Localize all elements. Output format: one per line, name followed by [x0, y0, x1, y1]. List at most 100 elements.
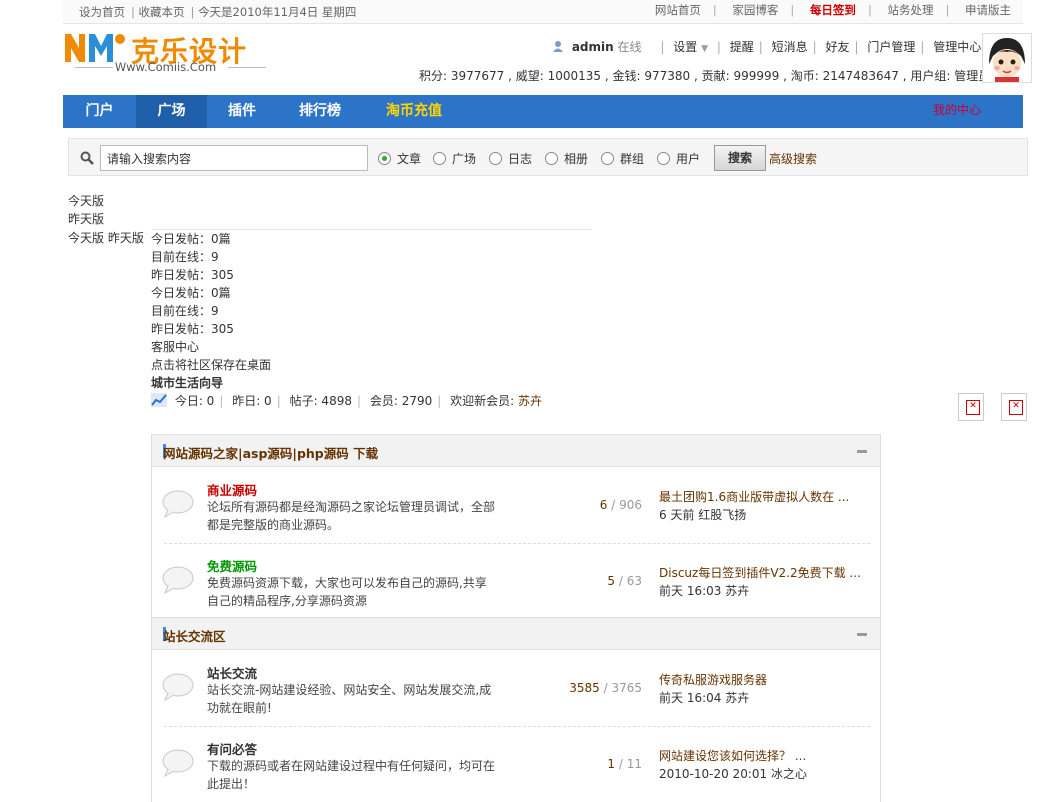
radio-checked-icon [378, 152, 391, 165]
forum-row: 站长交流 站长交流-网站建设经验、网站安全、网站发展交流,成功就在眼前! 358… [152, 651, 880, 727]
info-line: 今日发帖：0篇 [151, 232, 231, 246]
admin-center-link[interactable]: 管理中心 [933, 40, 981, 54]
forum-last-post: 最土团购1.6商业版带虚拟人数在 ... 6 天前 红股飞扬 [659, 488, 864, 524]
forum-bubble-icon [162, 673, 194, 701]
search-option-log[interactable]: 日志 [489, 150, 532, 167]
last-post-link[interactable]: 网站建设您该如何选择？ ... [659, 747, 864, 765]
collapse-icon[interactable] [857, 450, 867, 453]
search-bar: 请输入搜索内容 文章 广场 日志 相册 群组 用户 搜索 高级搜索 [68, 138, 1028, 176]
user-credits: 积分: 3977677 , 威望: 1000135 , 金钱: 977380 ,… [419, 69, 991, 83]
last-post-link[interactable]: Discuz每日签到插件V2.2免费下载 ... [659, 564, 864, 582]
bookmark-link[interactable]: 收藏本页 [139, 5, 185, 19]
username-link[interactable]: admin [572, 40, 614, 54]
nav-portal[interactable]: 门户 [63, 95, 136, 128]
broken-image-icon [958, 393, 984, 421]
yesterday-board-text: 昨天版 [68, 212, 105, 226]
apply-moderator-link[interactable]: 申请版主 [965, 3, 1011, 17]
logo-url-text: Www.Comiis.Com [63, 60, 268, 74]
forum-last-post: 网站建设您该如何选择？ ... 2010-10-20 20:01 冰之心 [659, 747, 864, 783]
my-center-link[interactable]: 我的中心 [933, 101, 981, 118]
radio-icon [489, 152, 502, 165]
category-header: 站长交流区 [152, 618, 880, 650]
site-affairs-link[interactable]: 站务处理 [887, 3, 933, 17]
forum-name[interactable]: 站长交流 [207, 663, 257, 682]
settings-link[interactable]: 设置 [673, 40, 697, 54]
forum-description: 论坛所有源码都是经淘源码之家论坛管理员调试，全部都是完整版的商业源码。 [207, 500, 496, 532]
category-header: 网站源码之家|asp源码|php源码 下载 [152, 435, 880, 467]
today-board-text: 今天版 [68, 194, 105, 208]
chart-icon [151, 393, 167, 407]
board-tabs-text: 今天版 昨天版 [68, 231, 144, 245]
last-post-link[interactable]: 最土团购1.6商业版带虚拟人数在 ... [659, 488, 864, 506]
radio-icon [601, 152, 614, 165]
reminder-link[interactable]: 提醒 [730, 40, 754, 54]
user-icon [553, 41, 563, 52]
daily-checkin-link[interactable]: 每日签到 [810, 3, 856, 17]
search-option-square[interactable]: 广场 [433, 150, 476, 167]
forum-counts: 5 / 63 [607, 574, 642, 588]
collapse-icon[interactable] [857, 633, 867, 636]
save-to-desktop-link[interactable]: 点击将社区保存在桌面 [151, 356, 271, 374]
forum-name[interactable]: 商业源码 [207, 480, 257, 499]
user-nav: admin 在线 | 设置 ▼ | 提醒 | 短消息 | 好友 | 门户管理 | 管理中… [552, 38, 1023, 55]
last-post-link[interactable]: 传奇私服游戏服务器 [659, 671, 864, 689]
search-option-article[interactable]: 文章 [378, 150, 421, 167]
info-line: 目前在线：9 [151, 250, 219, 264]
nav-recharge[interactable]: 淘币充值 [363, 95, 465, 128]
search-input[interactable]: 请输入搜索内容 [100, 145, 368, 171]
avatar-face-icon [983, 34, 1031, 82]
forum-counts: 3585 / 3765 [569, 681, 642, 695]
broken-image-icon [1001, 393, 1027, 421]
online-status: 在线 [617, 40, 642, 54]
radio-icon [657, 152, 670, 165]
main-nav: 门户 广场 插件 排行榜 淘币充值 我的中心 [63, 95, 1023, 128]
forum-bubble-icon [162, 566, 194, 594]
search-option-group[interactable]: 群组 [601, 150, 644, 167]
forum-name[interactable]: 有问必答 [207, 739, 257, 758]
info-line: 昨日发帖：305 [151, 268, 234, 282]
avatar[interactable] [982, 33, 1032, 83]
forum-row: 有问必答 下载的源码或者在网站建设过程中有任何疑问，均可在此提出！ 1 / 11… [152, 727, 880, 802]
category-title[interactable]: 站长交流区 [163, 626, 226, 645]
forum-category: 站长交流区 站长交流 站长交流-网站建设经验、网站安全、网站发展交流,成功就在眼… [151, 618, 881, 802]
nav-plugins[interactable]: 插件 [207, 95, 277, 128]
set-homepage-link[interactable]: 设为首页 [79, 5, 125, 19]
forum-counts: 1 / 11 [607, 757, 642, 771]
forum-category: 网站源码之家|asp源码|php源码 下载 商业源码 论坛所有源码都是经淘源码之… [151, 434, 881, 618]
city-guide-title: 城市生活向导 [151, 376, 224, 390]
site-home-link[interactable]: 网站首页 [655, 3, 701, 17]
portal-admin-link[interactable]: 门户管理 [867, 40, 915, 54]
friends-link[interactable]: 好友 [825, 40, 849, 54]
top-bar-left: 设为首页 | 收藏本页 | 今天是2010年11月4日 星期四 [79, 5, 357, 19]
forum-name[interactable]: 免费源码 [207, 556, 257, 575]
forum-last-post: Discuz每日签到插件V2.2免费下载 ... 前天 16:03 苏卉 [659, 564, 864, 600]
info-line: 昨日发帖：305 [151, 322, 234, 336]
search-button[interactable]: 搜索 [714, 145, 766, 171]
nav-square[interactable]: 广场 [136, 95, 207, 128]
logo-mark-icon [65, 34, 125, 62]
new-member-link[interactable]: 苏卉 [518, 394, 542, 408]
search-icon [80, 151, 94, 165]
forum-description: 站长交流-网站建设经验、网站安全、网站发展交流,成功就在眼前! [207, 683, 492, 715]
site-logo[interactable]: 克乐设计 Www.Comiis.Com [63, 28, 273, 76]
nav-ranking[interactable]: 排行榜 [277, 95, 363, 128]
search-option-album[interactable]: 相册 [545, 150, 588, 167]
forum-bubble-icon [162, 749, 194, 777]
forum-row: 免费源码 免费源码资源下载，大家也可以发布自己的源码,共享自己的精品程序,分享源… [152, 544, 880, 620]
blog-link[interactable]: 家园博客 [732, 3, 778, 17]
info-line: 今日发帖：0篇 [151, 286, 231, 300]
forum-counts: 6 / 906 [599, 498, 642, 512]
category-title[interactable]: 网站源码之家|asp源码|php源码 下载 [163, 443, 378, 462]
radio-icon [433, 152, 446, 165]
search-option-user[interactable]: 用户 [657, 150, 700, 167]
chevron-down-icon: ▼ [701, 44, 708, 54]
forum-last-post: 传奇私服游戏服务器 前天 16:04 苏卉 [659, 671, 864, 707]
date-text: 今天是2010年11月4日 星期四 [198, 5, 357, 19]
forum-description: 免费源码资源下载，大家也可以发布自己的源码,共享自己的精品程序,分享源码资源 [207, 576, 487, 608]
top-bar-right: 网站首页 | 家园博客 | 每日签到 | 站务处理 | 申请版主 [654, 3, 1011, 17]
advanced-search-link[interactable]: 高级搜索 [769, 150, 817, 167]
forum-description: 下载的源码或者在网站建设过程中有任何疑问，均可在此提出！ [207, 759, 496, 791]
customer-service-link[interactable]: 客服中心 [151, 338, 199, 356]
messages-link[interactable]: 短消息 [772, 40, 808, 54]
forum-stats: 今日: 0 | 昨日: 0 | 帖子: 4898 | 会员: 2790 | 欢迎新会员:… [151, 392, 542, 409]
